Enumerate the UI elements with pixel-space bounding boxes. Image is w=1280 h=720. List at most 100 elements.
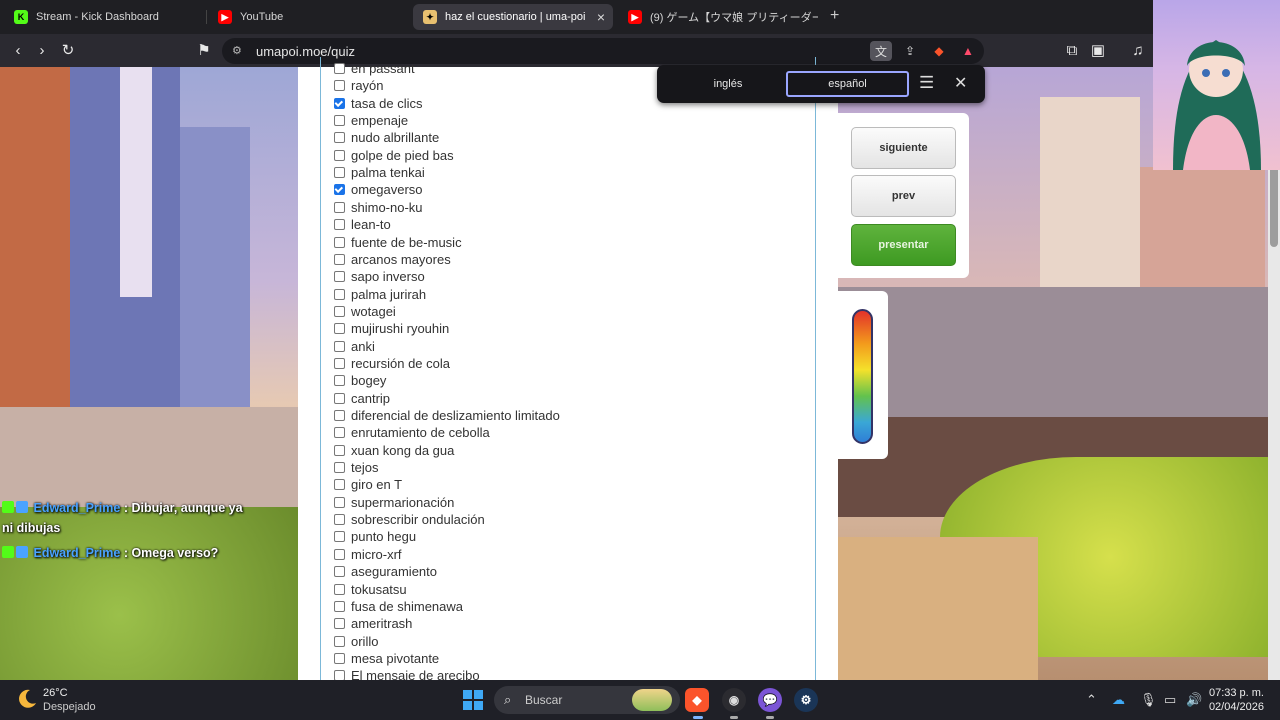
option-label[interactable]: shimo-no-ku [351, 200, 423, 215]
option-label[interactable]: lean-to [351, 217, 391, 232]
quiz-option[interactable]: mesa pivotante [334, 650, 439, 667]
quiz-option[interactable]: supermarionación [334, 494, 454, 511]
option-label[interactable]: cantrip [351, 391, 390, 406]
option-label[interactable]: diferencial de deslizamiento limitado [351, 408, 560, 423]
quiz-option[interactable]: shimo-no-ku [334, 199, 423, 216]
option-checkbox[interactable] [334, 392, 345, 404]
menu-icon[interactable]: ☰ [919, 74, 934, 92]
quiz-option[interactable]: palma tenkai [334, 164, 425, 181]
option-checkbox[interactable] [334, 462, 345, 474]
option-checkbox[interactable] [334, 167, 345, 179]
option-checkbox[interactable] [334, 340, 345, 352]
quiz-option[interactable]: xuan kong da gua [334, 442, 454, 459]
option-label[interactable]: empenaje [351, 113, 408, 128]
option-checkbox[interactable] [334, 253, 345, 265]
option-checkbox[interactable] [334, 479, 345, 491]
option-label[interactable]: recursión de cola [351, 356, 450, 371]
site-info-icon[interactable]: ⚙ [232, 44, 242, 57]
option-checkbox[interactable] [334, 548, 345, 560]
quiz-option[interactable]: nudo albrillante [334, 129, 439, 146]
option-label[interactable]: omegaverso [351, 182, 423, 197]
quiz-option[interactable]: en passant [334, 60, 415, 77]
network-icon[interactable]: ▭ [1164, 692, 1176, 708]
tab-kick-dashboard[interactable]: K Stream - Kick Dashboard [4, 4, 204, 30]
quiz-option[interactable]: tejos [334, 459, 378, 476]
brave-shields-icon[interactable]: ◆ [928, 41, 950, 61]
microphone-icon[interactable]: 🎙 [1140, 692, 1157, 708]
option-label[interactable]: en passant [351, 61, 415, 76]
option-checkbox[interactable] [334, 583, 345, 595]
option-checkbox[interactable] [334, 375, 345, 387]
forward-icon[interactable]: › [32, 41, 52, 61]
option-label[interactable]: enrutamiento de cebolla [351, 425, 490, 440]
option-checkbox[interactable] [334, 600, 345, 612]
option-checkbox[interactable] [334, 514, 345, 526]
brave-rewards-icon[interactable]: ▲ [957, 41, 979, 61]
option-checkbox[interactable] [334, 288, 345, 300]
option-label[interactable]: aseguramiento [351, 564, 437, 579]
quiz-option[interactable]: golpe de pied bas [334, 147, 454, 164]
option-checkbox[interactable] [334, 531, 345, 543]
media-icon[interactable]: ♫ [1128, 41, 1148, 61]
quiz-option[interactable]: wotagei [334, 303, 396, 320]
quiz-option[interactable]: palma jurirah [334, 286, 426, 303]
option-checkbox[interactable] [334, 97, 345, 109]
option-label[interactable]: mujirushi ryouhin [351, 321, 449, 336]
quiz-option[interactable]: bogey [334, 372, 386, 389]
quiz-option[interactable]: orillo [334, 633, 378, 650]
quiz-option[interactable]: tasa de clics [334, 95, 423, 112]
option-label[interactable]: wotagei [351, 304, 396, 319]
weather-temperature[interactable]: 26°C [43, 687, 68, 699]
close-tab-icon[interactable]: × [597, 9, 605, 25]
obs-app-icon[interactable]: ◉ [722, 688, 746, 712]
option-label[interactable]: mesa pivotante [351, 651, 439, 666]
option-checkbox[interactable] [334, 357, 345, 369]
option-label[interactable]: tokusatsu [351, 582, 407, 597]
quiz-option[interactable]: mujirushi ryouhin [334, 320, 449, 337]
option-label[interactable]: nudo albrillante [351, 130, 439, 145]
quiz-option[interactable]: sobrescribir ondulación [334, 511, 485, 528]
prev-button[interactable]: prev [851, 175, 956, 217]
option-label[interactable]: ameritrash [351, 616, 412, 631]
option-checkbox[interactable] [334, 635, 345, 647]
next-button[interactable]: siguiente [851, 127, 956, 169]
clock-time[interactable]: 07:33 p. m. [1206, 687, 1264, 699]
option-checkbox[interactable] [334, 566, 345, 578]
quiz-option[interactable]: empenaje [334, 112, 408, 129]
quiz-option[interactable]: recursión de cola [334, 355, 450, 372]
quiz-option[interactable]: diferencial de deslizamiento limitado [334, 407, 560, 424]
tab-youtube-live[interactable]: ▶ (9) ゲーム【ウマ娘 プリティーダービー】ライブ配 [618, 4, 818, 30]
cloud-icon[interactable]: ☁ [1112, 692, 1125, 708]
quiz-option[interactable]: sapo inverso [334, 268, 425, 285]
translate-icon[interactable]: 文 [870, 41, 892, 61]
quiz-option[interactable]: micro-xrf [334, 546, 402, 563]
steam-app-icon[interactable]: ⚙ [794, 688, 818, 712]
option-label[interactable]: rayón [351, 78, 384, 93]
option-label[interactable]: micro-xrf [351, 547, 402, 562]
weather-condition[interactable]: Despejado [43, 701, 96, 713]
taskbar-search[interactable]: ⌕ Buscar [494, 686, 680, 714]
quiz-option[interactable]: giro en T [334, 476, 402, 493]
option-label[interactable]: sapo inverso [351, 269, 425, 284]
option-label[interactable]: palma tenkai [351, 165, 425, 180]
option-label[interactable]: bogey [351, 373, 386, 388]
option-label[interactable]: fuente de be-music [351, 235, 462, 250]
share-icon[interactable]: ⇪ [899, 41, 921, 61]
quiz-option[interactable]: rayón [334, 77, 384, 94]
tab-youtube[interactable]: ▶ YouTube [208, 4, 408, 30]
option-label[interactable]: palma jurirah [351, 287, 426, 302]
quiz-option[interactable]: punto hegu [334, 528, 416, 545]
option-checkbox[interactable] [334, 80, 345, 92]
option-checkbox[interactable] [334, 271, 345, 283]
tab-quiz[interactable]: ✦ haz el cuestionario | uma-poi × [413, 4, 613, 30]
extensions-icon[interactable]: ⧉ [1062, 41, 1082, 61]
quiz-option[interactable]: ameritrash [334, 615, 412, 632]
option-checkbox[interactable] [334, 496, 345, 508]
option-checkbox[interactable] [334, 115, 345, 127]
option-checkbox[interactable] [334, 149, 345, 161]
quiz-option[interactable]: cantrip [334, 390, 390, 407]
quiz-option[interactable]: arcanos mayores [334, 251, 451, 268]
option-checkbox[interactable] [334, 323, 345, 335]
quiz-option[interactable]: lean-to [334, 216, 391, 233]
quiz-option[interactable]: anki [334, 338, 375, 355]
